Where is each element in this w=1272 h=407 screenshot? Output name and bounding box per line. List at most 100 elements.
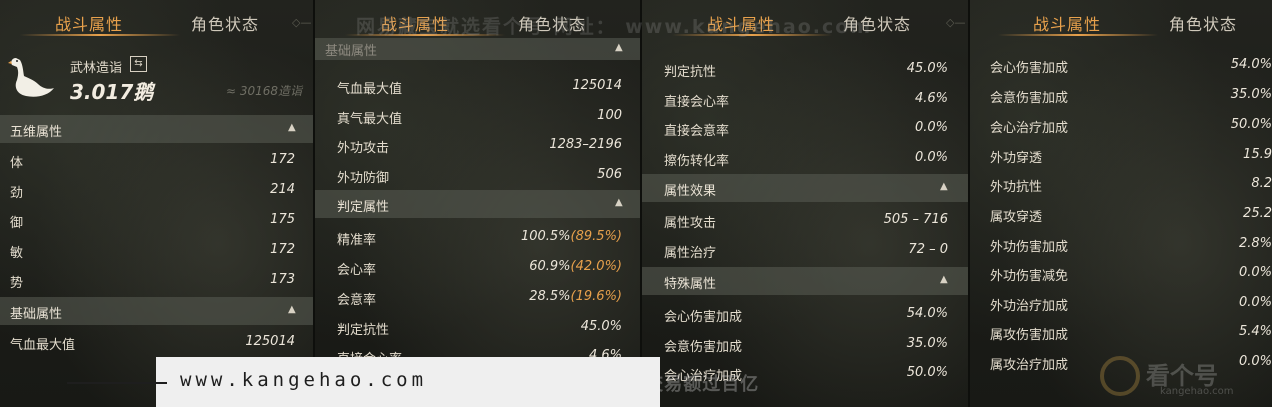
stat-label: 会意伤害加成 (664, 340, 743, 355)
stat-row: 直接会心率 4.6% (642, 85, 968, 115)
stat-value: 100.5%(89.5%) (521, 229, 622, 244)
collapse-caret-icon[interactable]: ▲ (288, 122, 296, 133)
goose-icon (8, 58, 55, 97)
section-header-attribute-effects[interactable]: 属性效果 ▲ (642, 174, 968, 202)
stat-label: 敏 (10, 246, 24, 261)
stat-row: 御 175 (0, 206, 313, 236)
character-summary: 武林造诣 ⇆ 3.017鹅 ≈ 30168造诣 (0, 44, 312, 110)
stat-label: 精准率 (337, 233, 377, 248)
stat-row: 外功治疗加成 0.0% (970, 289, 1272, 319)
section-header-special-attributes[interactable]: 特殊属性 ▲ (642, 267, 968, 295)
logo-ring-icon (1100, 356, 1140, 396)
stat-value-base: (19.6%) (570, 289, 622, 304)
stat-label: 直接会心率 (664, 95, 730, 110)
stat-value: 0.0% (914, 150, 948, 165)
stat-row: 体 172 (0, 146, 313, 176)
stat-row: 会心治疗加成 50.0% (970, 111, 1272, 141)
logo-subtext: kangehao.com (1160, 386, 1234, 397)
stat-value: 505 – 716 (883, 212, 948, 227)
stat-label: 会意伤害加成 (990, 91, 1069, 106)
stat-value: 15.9 (1243, 147, 1272, 162)
stat-value: 175 (270, 212, 295, 227)
site-logo-watermark: 看个号 kangehao.com (1100, 352, 1272, 402)
stat-value: 0.0% (1238, 265, 1272, 280)
stat-value: 54.0% (906, 306, 948, 321)
footer-url-banner: www.kangehao.com (156, 357, 660, 407)
section-title: 五维属性 (10, 125, 63, 140)
stat-value: 54.0% (1230, 57, 1272, 72)
stat-value: 8.2 (1251, 176, 1272, 191)
stat-label: 外功穿透 (990, 151, 1043, 166)
character-rank-approx: ≈ 30168造诣 (226, 84, 303, 98)
stat-label: 真气最大值 (337, 112, 403, 127)
stat-value: 0.0% (914, 120, 948, 135)
stat-label: 御 (10, 216, 24, 231)
stat-row: 真气最大值 100 (315, 102, 640, 132)
stat-label: 会心伤害加成 (990, 61, 1069, 76)
stat-label: 属性治疗 (664, 246, 717, 261)
active-tab-underline (998, 34, 1158, 36)
section-header-five-dimensions[interactable]: 五维属性 ▲ (0, 115, 313, 143)
tab-character-status[interactable]: 角色状态 (191, 11, 259, 35)
stat-value: 72 – 0 (908, 242, 948, 257)
collapse-caret-icon[interactable]: ▲ (940, 274, 948, 285)
stat-value: 0.0% (1238, 295, 1272, 310)
tab-bar: 战斗属性 角色状态 ◇— (0, 0, 313, 44)
swap-icon[interactable]: ⇆ (130, 56, 147, 72)
stat-label: 外功攻击 (337, 141, 390, 156)
stat-label: 判定抗性 (337, 323, 390, 338)
tab-separator-icon: ◇— (292, 16, 312, 29)
stat-row: 直接会意率 0.0% (642, 114, 968, 144)
stat-label: 劲 (10, 186, 24, 201)
stat-value: 125014 (572, 78, 622, 93)
stat-row: 属攻穿透 25.2 (970, 200, 1272, 230)
collapse-caret-icon[interactable]: ▲ (288, 304, 296, 315)
stat-value: 172 (270, 242, 295, 257)
footer-url-text: www.kangehao.com (180, 369, 428, 391)
stat-label: 会心率 (337, 263, 377, 278)
section-header-basic-attributes[interactable]: 基础属性 ▲ (315, 38, 640, 60)
stat-value: 125014 (245, 334, 295, 349)
stat-row: 外功穿透 15.9 (970, 141, 1272, 171)
stat-row: 会心伤害加成 54.0% (970, 51, 1272, 81)
stat-label: 属攻治疗加成 (990, 358, 1069, 373)
section-title: 基础属性 (10, 307, 63, 322)
stat-label: 判定抗性 (664, 65, 717, 80)
tab-combat-attributes[interactable]: 战斗属性 (55, 11, 123, 35)
stat-value-base: (89.5%) (570, 229, 622, 244)
stat-label: 会意率 (337, 293, 377, 308)
tab-separator-icon: ◇— (946, 16, 966, 29)
stat-value: 35.0% (1230, 87, 1272, 102)
stat-value: 50.0% (906, 365, 948, 380)
stat-label: 会心伤害加成 (664, 310, 743, 325)
tab-character-status[interactable]: 角色状态 (1169, 11, 1237, 35)
collapse-caret-icon[interactable]: ▲ (940, 181, 948, 192)
stat-row: 擦伤转化率 0.0% (642, 144, 968, 174)
stat-value: 172 (270, 152, 295, 167)
character-rank-value: 3.017鹅 (70, 80, 154, 104)
panel-3: 战斗属性 角色状态 ◇— 判定抗性 45.0% 直接会心率 4.6% 直接会意率 0.… (642, 0, 968, 407)
stat-label: 气血最大值 (337, 82, 403, 97)
tab-combat-attributes[interactable]: 战斗属性 (1033, 11, 1101, 35)
stat-row: 气血最大值 125014 (315, 72, 640, 102)
stat-value: 60.9%(42.0%) (529, 259, 622, 274)
stat-row: 精准率 100.5%(89.5%) (315, 223, 640, 253)
stat-value: 50.0% (1230, 117, 1272, 132)
panel-4: 战斗属性 角色状态 会心伤害加成 54.0% 会意伤害加成 35.0% 会心治疗加成… (970, 0, 1272, 407)
stat-row: 属性攻击 505 – 716 (642, 206, 968, 236)
stat-label: 会心治疗加成 (990, 121, 1069, 136)
stat-label: 外功防御 (337, 171, 390, 186)
stat-label: 势 (10, 276, 24, 291)
section-header-basic-attributes[interactable]: 基础属性 ▲ (0, 297, 313, 325)
collapse-caret-icon[interactable]: ▲ (615, 42, 623, 53)
stat-label: 属性攻击 (664, 216, 717, 231)
footer-line (67, 382, 167, 384)
collapse-caret-icon[interactable]: ▲ (615, 197, 623, 208)
section-header-judgement-attributes[interactable]: 判定属性 ▲ (315, 190, 640, 218)
stat-label: 外功伤害加成 (990, 240, 1069, 255)
stat-row: 敏 172 (0, 236, 313, 266)
section-title: 属性效果 (664, 184, 717, 199)
section-title: 特殊属性 (664, 277, 717, 292)
stat-value: 4.6% (914, 91, 948, 106)
stat-row: 劲 214 (0, 176, 313, 206)
